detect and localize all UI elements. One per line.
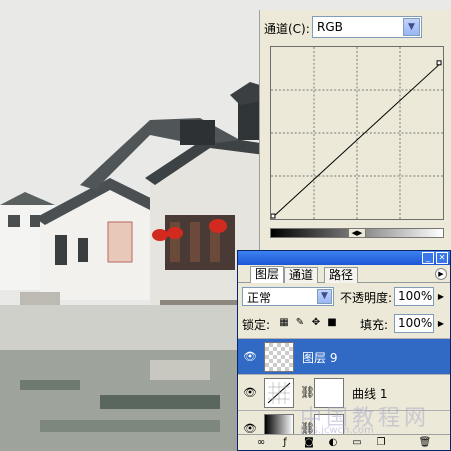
close-icon[interactable]: ✕ [436,252,448,264]
lock-paint-icon[interactable]: ✎ [294,317,306,329]
watermark-url: bbs.jcwcn.com [300,425,374,436]
minimize-icon[interactable]: _ [422,252,434,264]
tab-paths[interactable]: 路径 [324,267,359,283]
lock-label: 锁定: [242,318,271,332]
eye-icon[interactable]: 👁 [242,385,258,401]
channel-select[interactable]: RGB ▼ [312,16,422,38]
adjustment-layer-icon[interactable]: ◐ [326,436,340,450]
blend-row: 正常 ▼ 不透明度: 100% ▶ [238,283,450,309]
channel-value: RGB [317,20,343,34]
curve-graph[interactable] [270,46,444,220]
panel-menu-icon[interactable]: ▶ [435,268,447,280]
curves-adjustment-icon [264,378,294,408]
chevron-down-icon[interactable]: ▼ [403,18,420,36]
layers-footer: ∞ ƒ ◙ ◐ ▭ ❐ 🗑 [238,434,450,450]
chevron-down-icon[interactable]: ▼ [317,289,332,304]
add-mask-icon[interactable]: ◙ [302,436,316,450]
channel-label: 通道(C): [264,22,310,36]
layer-row-layer9[interactable]: 👁 图层 9 [238,338,450,374]
tab-layers[interactable]: 图层 [250,266,285,283]
eye-icon[interactable]: 👁 [242,349,258,365]
opacity-arrow-icon[interactable]: ▶ [435,288,447,305]
curve-point-end [436,60,442,66]
lock-row: 锁定: ▦ ✎ ✥ ■ 填充: 100% ▶ [238,309,450,337]
link-layers-icon[interactable]: ∞ [254,436,268,450]
tab-channels[interactable]: 通道 [284,267,319,283]
opacity-label: 不透明度: [340,291,393,305]
blend-mode-select[interactable]: 正常 ▼ [242,287,334,306]
gradient-toggle-icon[interactable]: ◀▶ [348,228,366,238]
lock-move-icon[interactable]: ✥ [310,317,322,329]
fill-input[interactable]: 100% [394,314,434,333]
fill-label: 填充: [360,318,389,332]
new-layer-icon[interactable]: ❐ [374,436,388,450]
layers-titlebar[interactable]: _ ✕ [238,251,450,265]
opacity-input[interactable]: 100% [394,287,434,306]
layer-thumbnail [264,342,294,372]
lock-all-icon[interactable]: ■ [326,317,338,329]
panel-tabs: 图层 通道 路径 ▶ [238,265,450,283]
channel-row: 通道(C): RGB ▼ [260,16,451,38]
blend-mode-value: 正常 [247,291,272,305]
curve-point-start [271,213,276,219]
chain-link-icon: ⛓ [300,385,316,399]
curve-line [272,63,441,218]
layer-style-icon[interactable]: ƒ [278,436,292,450]
folder-icon[interactable]: ▭ [350,436,364,450]
curves-panel: 通道(C): RGB ▼ ◀▶ [259,10,451,250]
trash-icon[interactable]: 🗑 [418,436,432,450]
layer-name: 图层 9 [302,351,338,365]
fill-arrow-icon[interactable]: ▶ [435,315,447,332]
lock-transparent-icon[interactable]: ▦ [278,317,290,329]
